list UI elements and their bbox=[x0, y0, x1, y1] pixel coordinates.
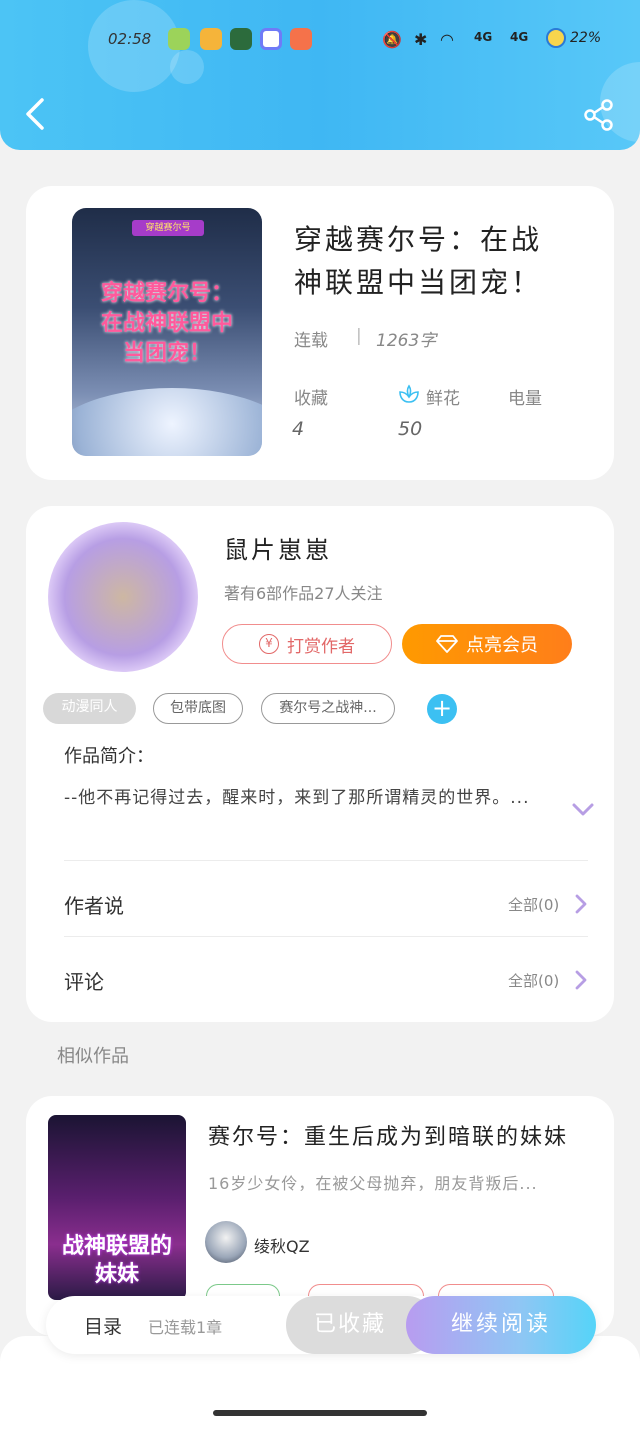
chevron-right-icon[interactable] bbox=[574, 969, 588, 991]
similar-book-cover[interactable]: 战神联盟的妹妹 bbox=[48, 1115, 186, 1300]
add-tag-button[interactable]: + bbox=[427, 694, 457, 724]
tag-item[interactable]: 动漫同人 bbox=[43, 693, 136, 724]
book-title: 穿越赛尔号：在战神联盟中当团宠！ bbox=[294, 223, 543, 299]
book-cover[interactable]: 穿越赛尔号 穿越赛尔号：在战神联盟中当团宠！ bbox=[72, 208, 262, 456]
mute-icon: 🔕 bbox=[382, 30, 402, 49]
author-avatar[interactable] bbox=[48, 522, 198, 672]
continue-reading-button[interactable]: 继续阅读 bbox=[406, 1296, 596, 1354]
diamond-icon bbox=[436, 635, 458, 653]
app-icon bbox=[260, 28, 282, 50]
power-label: 电量 bbox=[508, 389, 542, 409]
flowers-value: 50 bbox=[398, 418, 423, 440]
intro-heading: 作品简介： bbox=[64, 746, 154, 767]
intro-text: --他不再记得过去，醒来时，来到了那所谓精灵的世界。... bbox=[64, 788, 530, 808]
top-header: 02:58 🔕 ✱ ◠ 4G 4G 22% bbox=[0, 0, 640, 150]
favorites-label: 收藏 bbox=[294, 389, 328, 409]
app-icon bbox=[230, 28, 252, 50]
cover-badge: 穿越赛尔号 bbox=[132, 220, 204, 236]
home-indicator[interactable] bbox=[213, 1410, 427, 1416]
wifi-icon: ◠ bbox=[440, 30, 454, 49]
chevron-right-icon[interactable] bbox=[574, 893, 588, 915]
bluetooth-icon: ✱ bbox=[414, 30, 428, 49]
book-status: 连载 bbox=[294, 331, 328, 351]
expand-chevron-icon[interactable] bbox=[570, 800, 596, 820]
comments-label[interactable]: 评论 bbox=[64, 966, 104, 995]
battery-icon bbox=[546, 28, 566, 48]
tag-item[interactable]: 包带底图 bbox=[153, 693, 243, 724]
app-icon bbox=[290, 28, 312, 50]
meta-divider: | bbox=[356, 326, 362, 346]
status-time: 02:58 bbox=[108, 30, 152, 48]
comments-count[interactable]: 全部(0) bbox=[508, 970, 559, 991]
similar-book-title[interactable]: 赛尔号：重生后成为到暗联的妹妹 bbox=[208, 1119, 568, 1151]
vip-label: 点亮会员 bbox=[466, 635, 538, 656]
divider bbox=[64, 860, 588, 861]
tag-item[interactable]: 赛尔号之战神... bbox=[261, 693, 395, 724]
author-summary: 著有6部作品27人关注 bbox=[224, 584, 383, 603]
similar-author-name: 绫秋QZ bbox=[254, 1237, 310, 1256]
favorites-value: 4 bbox=[292, 418, 305, 440]
signal-icon: 4G bbox=[510, 30, 529, 44]
similar-cover-title: 战神联盟的妹妹 bbox=[61, 1234, 172, 1287]
vip-button[interactable]: 点亮会员 bbox=[402, 624, 572, 664]
battery-level: 22% bbox=[570, 30, 602, 46]
yuan-icon: ¥ bbox=[259, 634, 279, 654]
signal-icon: 4G bbox=[474, 30, 493, 44]
app-icon bbox=[200, 28, 222, 50]
author-says-count[interactable]: 全部(0) bbox=[508, 894, 559, 915]
flowers-label: 鲜花 bbox=[426, 389, 460, 409]
toc-button[interactable]: 目录 bbox=[84, 1312, 122, 1339]
similar-book-desc: 16岁少女伶，在被父母抛弃，朋友背叛后... bbox=[208, 1174, 538, 1193]
status-bar: 02:58 🔕 ✱ ◠ 4G 4G 22% bbox=[0, 28, 640, 54]
app-icon bbox=[168, 28, 190, 50]
author-says-label[interactable]: 作者说 bbox=[64, 890, 124, 919]
share-icon[interactable] bbox=[582, 98, 616, 132]
cover-planet bbox=[72, 388, 262, 456]
divider bbox=[64, 936, 588, 937]
word-count: 1263字 bbox=[376, 331, 437, 351]
tip-author-button[interactable]: ¥ 打赏作者 bbox=[222, 624, 392, 664]
decor-bubble bbox=[170, 50, 204, 84]
tip-author-label: 打赏作者 bbox=[287, 636, 355, 657]
back-icon[interactable] bbox=[20, 94, 50, 134]
chapter-count: 已连载1章 bbox=[148, 1318, 223, 1337]
similar-author-avatar bbox=[205, 1221, 247, 1263]
cover-title: 穿越赛尔号：在战神联盟中当团宠！ bbox=[100, 280, 233, 366]
similar-heading: 相似作品 bbox=[57, 1046, 129, 1067]
flower-icon bbox=[399, 384, 419, 403]
author-name[interactable]: 鼠片崽崽 bbox=[224, 530, 332, 565]
